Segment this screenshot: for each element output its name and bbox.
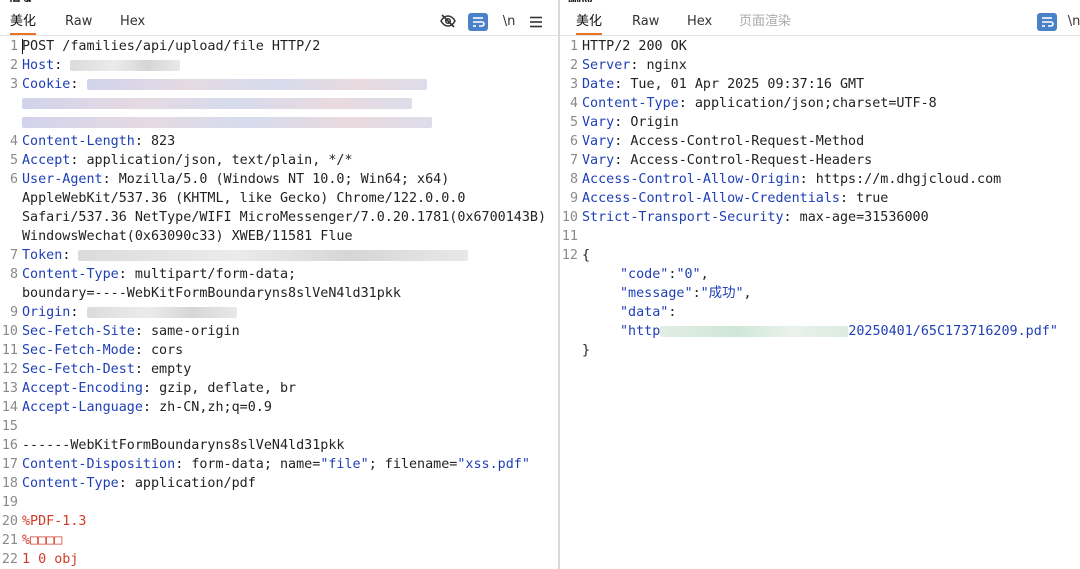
code-line: 9 Origin: (0, 303, 237, 322)
code-line: AppleWebKit/537.36 (KHTML, like Gecko) C… (22, 191, 466, 206)
word-wrap-icon[interactable] (1037, 13, 1057, 31)
code-line: 16 ------WebKitFormBoundaryns8slVeN4ld31p… (1, 438, 345, 453)
tab-render[interactable]: 页面渲染 (739, 13, 791, 35)
code-line: 8 Access-Control-Allow-Origin: https://m.… (569, 172, 1002, 187)
code-line: 17 Content-Disposition: form-data; name="… (1, 457, 530, 472)
code-line: 18 Content-Type: application/pdf (1, 476, 256, 491)
eye-off-icon[interactable] (439, 12, 459, 32)
code-line: "message":"成功", (620, 286, 752, 301)
code-line: WindowsWechat(0x63090c33) XWEB/11581 Flu… (22, 229, 353, 244)
code-line: "data": (620, 305, 677, 320)
code-line: 4 Content-Type: application/json;charset=… (569, 96, 937, 111)
code-line (0, 113, 432, 132)
redacted-value (70, 59, 181, 71)
code-line: 1 POST /families/api/upload/file HTTP/2 (9, 38, 321, 54)
code-line: 6 User-Agent: Mozilla/5.0 (Windows NT 10.… (9, 172, 450, 187)
redacted-value (22, 116, 432, 128)
code-line: boundary=----WebKitFormBoundaryns8slVeN4… (22, 286, 401, 301)
response-pane: 响应 美化 Raw Hex 页面渲染 \n 1HTTP/2 200 OK 2Se… (560, 0, 1080, 569)
newline-toggle[interactable]: \n (1065, 12, 1080, 32)
response-tabbar: 美化 Raw Hex 页面渲染 \n (560, 8, 1080, 36)
code-line: 7 Vary: Access-Control-Request-Headers (569, 153, 873, 168)
request-tabbar: 美化 Raw Hex \n (0, 8, 558, 36)
code-line: 19 (1, 495, 18, 510)
code-line: 10 Sec-Fetch-Site: same-origin (1, 324, 240, 339)
code-line: 11 Sec-Fetch-Mode: cors (1, 343, 184, 358)
tab-raw[interactable]: Raw (65, 13, 92, 35)
code-line: 2 Host: (0, 56, 181, 75)
code-line: 1 HTTP/2 200 OK (569, 39, 687, 54)
redacted-value (86, 306, 237, 318)
code-line: "code":"0", (620, 267, 709, 282)
newline-toggle[interactable]: \n (499, 12, 519, 32)
code-line: 22 1 0 obj (1, 552, 79, 567)
code-line: 3 Date: Tue, 01 Apr 2025 09:37:16 GMT (569, 77, 865, 92)
code-line: 20 %PDF-1.3 (1, 514, 87, 529)
code-line: Safari/537.36 NetType/WIFI MicroMessenge… (22, 210, 547, 225)
code-line: 7 Token: (0, 246, 469, 265)
word-wrap-icon[interactable] (468, 13, 488, 31)
code-line: 13 Accept-Encoding: gzip, deflate, br (1, 381, 297, 396)
hamburger-icon[interactable] (529, 12, 545, 32)
redacted-value (78, 249, 469, 261)
code-line: 3 Cookie: (0, 75, 427, 94)
code-line: "http 20250401/65C173716209.pdf" (620, 324, 1058, 339)
request-pane-title: 请求 (8, 0, 34, 2)
code-line: 2 Server: nginx (569, 58, 687, 73)
request-pane: 请求 美化 Raw Hex \n 1POST /families/api/upl… (0, 0, 558, 569)
redacted-value (86, 78, 427, 90)
code-line: 12{ (561, 248, 591, 263)
tab-pretty[interactable]: 美化 (576, 13, 603, 35)
code-line: 9 Access-Control-Allow-Credentials: true (569, 191, 889, 206)
code-line: 15 (1, 419, 18, 434)
code-line: 8 Content-Type: multipart/form-data; (9, 267, 297, 282)
code-line: 14 Accept-Language: zh-CN,zh;q=0.9 (1, 400, 272, 415)
redacted-value (660, 325, 849, 337)
code-line: 5 Accept: application/json, text/plain, *… (9, 153, 353, 168)
code-line: 4 Content-Length: 823 (9, 134, 176, 149)
code-line: } (582, 343, 591, 358)
tab-raw[interactable]: Raw (632, 13, 659, 35)
response-pane-title: 响应 (568, 0, 594, 2)
code-line: 5 Vary: Origin (569, 115, 679, 130)
code-line: 11 (561, 229, 578, 244)
request-editor[interactable]: 1 POST /families/api/upload/file HTTP/2 2… (0, 37, 558, 569)
redacted-value (22, 97, 412, 109)
tab-pretty[interactable]: 美化 (10, 13, 37, 35)
response-editor[interactable]: 1 HTTP/2 200 OK 2 Server: nginx 3 Date: Tue… (560, 37, 1080, 569)
code-line: 21 %□□□□ (1, 533, 63, 548)
code-line: 12 Sec-Fetch-Dest: empty (1, 362, 192, 377)
code-line: 6 Vary: Access-Control-Request-Method (569, 134, 865, 149)
tab-hex[interactable]: Hex (687, 13, 712, 35)
code-line (0, 94, 412, 113)
tab-hex[interactable]: Hex (120, 13, 145, 35)
code-line: 10 Strict-Transport-Security: max-age=315… (561, 210, 929, 225)
